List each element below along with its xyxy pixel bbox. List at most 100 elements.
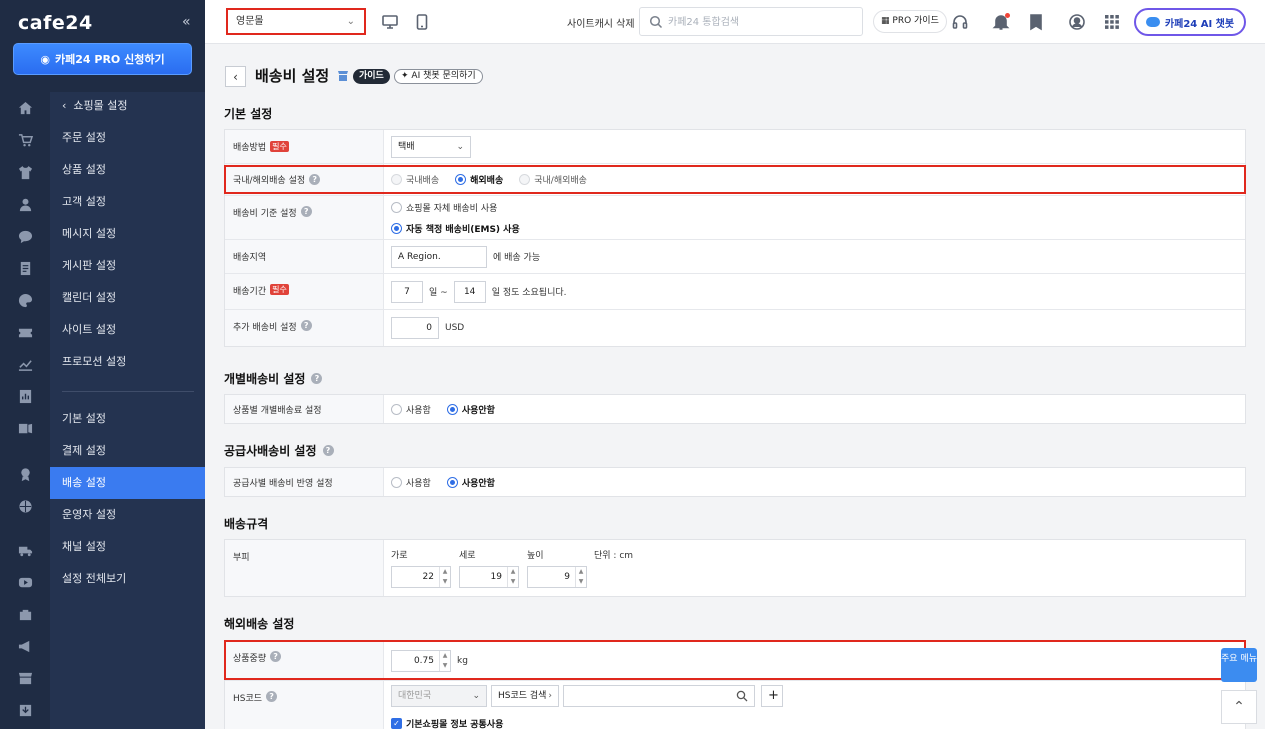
- hs-code-input[interactable]: [563, 685, 755, 707]
- individual-settings-table: 상품별 개별배송료 설정 사용함 사용안함: [224, 394, 1246, 424]
- truck-icon[interactable]: [17, 542, 33, 558]
- width-stepper[interactable]: 22 ▲ ▼: [391, 566, 451, 588]
- cart-icon[interactable]: [17, 132, 33, 148]
- notification-dot: [1005, 13, 1010, 18]
- ai-chatbot-button[interactable]: 카페24 AI 챗봇: [1134, 8, 1246, 36]
- sidebar-item-site[interactable]: 사이트 설정: [50, 314, 205, 346]
- app-icon[interactable]: [17, 420, 33, 436]
- radio-overseas[interactable]: 해외배송: [455, 173, 503, 186]
- chart-icon[interactable]: [17, 356, 33, 372]
- account-icon[interactable]: [1068, 13, 1086, 31]
- depth-stepper[interactable]: 19 ▲ ▼: [459, 566, 519, 588]
- radio-supplier-use[interactable]: 사용함: [391, 476, 431, 489]
- headset-icon[interactable]: [951, 13, 969, 31]
- mall-select[interactable]: 영문몰 ⌄: [226, 8, 366, 35]
- shipping-method-select[interactable]: 택배 ⌄: [391, 135, 471, 158]
- scroll-top-button[interactable]: ⌃: [1221, 690, 1257, 724]
- sidebar-item-operator[interactable]: 운영자 설정: [50, 499, 205, 531]
- sidebar-back-mall-settings[interactable]: ‹ 쇼핑몰 설정: [50, 90, 205, 122]
- period-to-input[interactable]: 14: [453, 280, 486, 303]
- board-icon[interactable]: [17, 260, 33, 276]
- bookmark-icon[interactable]: [1027, 13, 1045, 31]
- region-input[interactable]: A Region.: [391, 245, 487, 268]
- pro-icon[interactable]: [17, 466, 33, 482]
- palette-icon[interactable]: [17, 292, 33, 308]
- radio-individual-unused[interactable]: 사용안함: [446, 403, 495, 416]
- pro-guide-button[interactable]: ▦ PRO 가이드: [873, 10, 947, 33]
- sidebar-item-customer[interactable]: 고객 설정: [50, 186, 205, 218]
- required-badge: 필수: [270, 284, 289, 295]
- mobile-view-icon[interactable]: [413, 13, 431, 31]
- help-icon[interactable]: ?: [309, 174, 321, 185]
- weight-stepper[interactable]: 0.75 ▲ ▼: [391, 649, 451, 672]
- home-icon[interactable]: [17, 100, 33, 116]
- quick-menu-button[interactable]: 주요 메뉴: [1221, 648, 1257, 682]
- sidebar-item-payment[interactable]: 결제 설정: [50, 435, 205, 467]
- sidebar-item-order[interactable]: 주문 설정: [50, 122, 205, 154]
- import-icon[interactable]: [17, 702, 33, 718]
- sidebar-item-basic[interactable]: 기본 설정: [50, 403, 205, 435]
- global-icon[interactable]: [17, 498, 33, 514]
- store-page-icon[interactable]: [337, 70, 349, 82]
- chat-icon[interactable]: [17, 228, 33, 244]
- radio-domestic-overseas[interactable]: 국내/해외배송: [519, 173, 587, 186]
- period-from-input[interactable]: 7: [391, 280, 423, 303]
- youtube-icon[interactable]: [17, 574, 33, 590]
- share-default-mall-checkbox[interactable]: ✓ 기본쇼핑몰 정보 공통사용: [391, 717, 503, 729]
- radio-individual-use[interactable]: 사용함: [391, 403, 431, 416]
- row-region: 배송지역 A Region. 에 배송 가능: [225, 240, 1245, 274]
- help-icon[interactable]: ?: [311, 373, 323, 384]
- radio-ems-fee[interactable]: 자동 책정 배송비(EMS) 사용: [391, 222, 520, 235]
- radio-domestic[interactable]: 국내배송: [391, 173, 439, 186]
- radio-supplier-unused[interactable]: 사용안함: [446, 476, 495, 489]
- chevron-left-icon: ‹: [233, 69, 238, 84]
- sidebar-item-calendar[interactable]: 캘린더 설정: [50, 282, 205, 314]
- user-icon[interactable]: [17, 196, 33, 212]
- report-icon[interactable]: [17, 388, 33, 404]
- store-icon[interactable]: [17, 670, 33, 686]
- bag-icon[interactable]: [17, 606, 33, 622]
- help-icon[interactable]: ?: [322, 445, 334, 456]
- search-icon[interactable]: [649, 15, 663, 29]
- sidebar-item-channel[interactable]: 채널 설정: [50, 531, 205, 563]
- sidebar-item-shipping[interactable]: 배송 설정: [50, 467, 205, 499]
- height-stepper[interactable]: 9 ▲ ▼: [527, 566, 587, 588]
- row-domestic-overseas: 국내/해외배송 설정? 국내배송 해외배송 국내/해외배송: [225, 164, 1245, 196]
- section-title-individual: 개별배송비 설정?: [224, 370, 323, 387]
- sidebar-item-product[interactable]: 상품 설정: [50, 154, 205, 186]
- collapse-sidebar-icon[interactable]: «: [182, 14, 191, 30]
- desktop-view-icon[interactable]: [381, 13, 399, 31]
- sidebar-item-promotion[interactable]: 프로모션 설정: [50, 346, 205, 378]
- country-select[interactable]: 대한민국 ⌄: [391, 685, 487, 707]
- megaphone-icon[interactable]: [17, 638, 33, 654]
- sidebar-item-board[interactable]: 게시판 설정: [50, 250, 205, 282]
- row-fee-basis: 배송비 기준 설정? 쇼핑몰 자체 배송비 사용 자동 책정 배송비(EMS) …: [225, 196, 1245, 240]
- help-icon[interactable]: ?: [266, 691, 278, 702]
- notification-bell-icon[interactable]: [992, 13, 1010, 31]
- help-icon[interactable]: ?: [300, 206, 312, 217]
- radio-own-fee[interactable]: 쇼핑몰 자체 배송비 사용: [391, 201, 497, 214]
- chevron-down-icon: ⌄: [472, 691, 480, 701]
- label-shipping-method: 배송방법 필수: [225, 130, 384, 163]
- ai-inquiry-button[interactable]: ✦ AI 챗봇 문의하기: [394, 69, 483, 84]
- sparkle-icon: ✦: [401, 71, 412, 81]
- sidebar-item-all-settings[interactable]: 설정 전체보기: [50, 563, 205, 595]
- sidebar-item-message[interactable]: 메시지 설정: [50, 218, 205, 250]
- app-grid-icon[interactable]: [1103, 13, 1121, 31]
- search-input[interactable]: [668, 12, 858, 32]
- back-button[interactable]: ‹: [225, 66, 246, 87]
- guide-badge[interactable]: 가이드: [353, 69, 390, 84]
- site-cache-delete-link[interactable]: 사이트캐시 삭제: [567, 15, 635, 30]
- shirt-icon[interactable]: [17, 164, 33, 180]
- help-icon[interactable]: ?: [270, 651, 282, 662]
- hs-code-search-button[interactable]: HS코드 검색 ›: [491, 685, 559, 707]
- search-icon[interactable]: [736, 690, 748, 702]
- cafe24-logo[interactable]: cafe24: [18, 12, 93, 34]
- ticket-icon[interactable]: [17, 324, 33, 340]
- extra-fee-input[interactable]: 0: [391, 317, 439, 339]
- row-extra-fee: 추가 배송비 설정? 0 USD: [225, 310, 1245, 346]
- pro-apply-button[interactable]: ◉ 카페24 PRO 신청하기: [13, 43, 192, 75]
- help-icon[interactable]: ?: [300, 320, 312, 331]
- icon-rail: [0, 0, 50, 729]
- add-hs-code-button[interactable]: +: [761, 685, 783, 707]
